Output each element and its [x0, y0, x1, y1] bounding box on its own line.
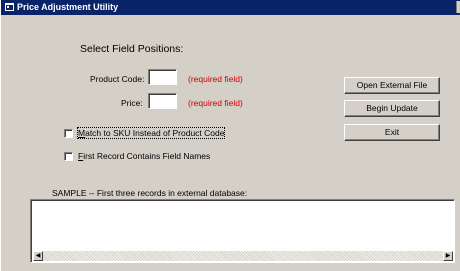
- exit-button[interactable]: Exit: [344, 124, 440, 141]
- begin-update-button[interactable]: Begin Update: [344, 100, 440, 117]
- title-bar[interactable]: Price Adjustment Utility: [1, 0, 460, 15]
- app-icon: [5, 3, 14, 11]
- product-code-required-note: (required field): [188, 74, 243, 84]
- scroll-right-arrow-icon[interactable]: ▶: [443, 251, 453, 261]
- window-title: Price Adjustment Utility: [17, 2, 119, 12]
- match-sku-checkbox[interactable]: [64, 129, 73, 138]
- price-input[interactable]: [148, 93, 177, 109]
- product-code-label: Product Code:: [90, 74, 145, 84]
- close-button[interactable]: [456, 1, 460, 13]
- select-field-positions-heading: Select Field Positions:: [80, 43, 184, 55]
- first-record-label-text: irst Record Contains Field Names: [83, 151, 211, 161]
- sample-caption: SAMPLE -- First three records in externa…: [52, 188, 248, 198]
- first-record-checkbox[interactable]: [64, 152, 73, 161]
- price-adjustment-window: Price Adjustment Utility Select Field Po…: [0, 0, 460, 271]
- product-code-input[interactable]: [148, 69, 177, 85]
- open-external-file-button[interactable]: Open External File: [344, 77, 440, 94]
- horizontal-scrollbar[interactable]: ◀ ▶: [33, 251, 453, 261]
- match-sku-label-text: atch to SKU Instead of Product Code: [85, 128, 225, 138]
- first-record-label[interactable]: First Record Contains Field Names: [78, 151, 210, 161]
- sample-records-textarea[interactable]: ◀ ▶: [30, 199, 455, 263]
- match-sku-label[interactable]: Match to SKU Instead of Product Code: [76, 127, 226, 139]
- price-required-note: (required field): [188, 98, 243, 108]
- price-label: Price:: [121, 98, 143, 108]
- scroll-left-arrow-icon[interactable]: ◀: [33, 251, 43, 261]
